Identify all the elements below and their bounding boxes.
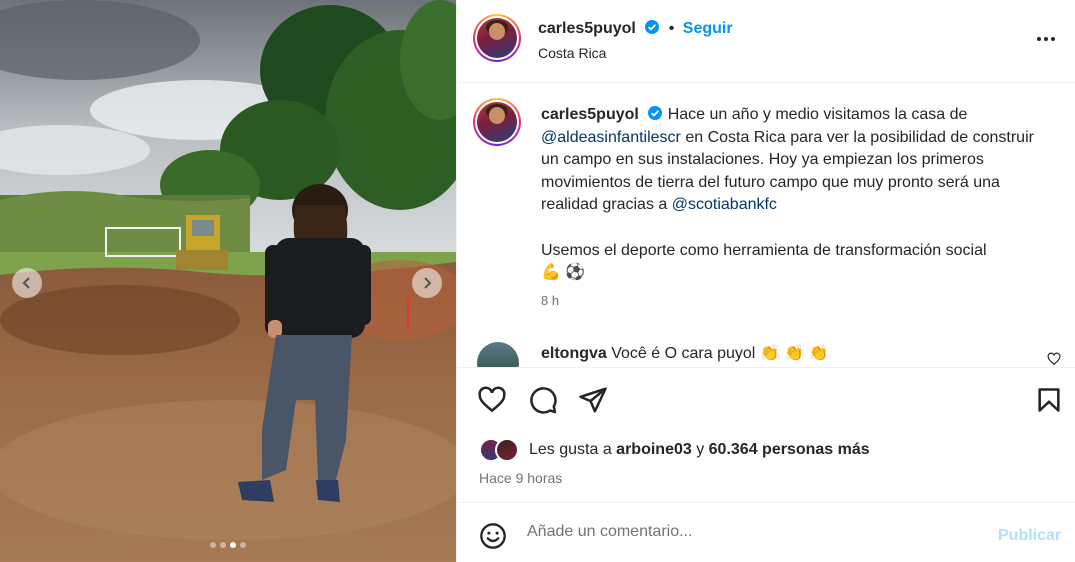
comments-section[interactable]: carles5puyol Hace un año y medio visitam… <box>457 84 1075 367</box>
previous-slide-button[interactable] <box>12 268 42 298</box>
mention-link[interactable]: @aldeasinfantilescr <box>541 129 681 146</box>
comment-item: eltongva Você é O cara puyol 👏 👏 👏 <box>541 343 828 363</box>
post-caption: carles5puyol Hace un año y medio visitam… <box>541 104 1041 285</box>
caption-text: Hace un año y medio visitamos la casa de <box>663 106 968 123</box>
caption-username[interactable]: carles5puyol <box>541 106 639 123</box>
slide-dot <box>240 542 246 548</box>
slide-dot-active <box>230 542 236 548</box>
follow-button[interactable]: Seguir <box>683 20 733 37</box>
post-timestamp[interactable]: Hace 9 horas <box>479 470 562 486</box>
slide-indicator <box>0 542 456 548</box>
liker-username[interactable]: arboine03 <box>616 441 692 458</box>
heart-icon <box>478 386 506 413</box>
publish-button[interactable]: Publicar <box>998 527 1061 545</box>
add-comment-bar: Publicar <box>457 502 1075 562</box>
caption-author-avatar[interactable] <box>473 98 521 146</box>
chevron-left-icon <box>22 277 30 289</box>
like-comment-button[interactable] <box>1047 352 1061 367</box>
next-slide-button[interactable] <box>412 268 442 298</box>
likes-middle: y <box>691 441 709 458</box>
commenter-avatar[interactable] <box>477 342 519 367</box>
caption-text: Usemos el deporte como herramienta de tr… <box>541 241 987 259</box>
send-icon <box>579 387 607 413</box>
caption-timestamp[interactable]: 8 h <box>541 293 559 308</box>
comment-text: Você é O cara puyol <box>606 345 760 362</box>
slide-dot <box>220 542 226 548</box>
comment-input[interactable] <box>527 523 947 541</box>
share-button[interactable] <box>578 385 608 415</box>
post-media[interactable] <box>0 0 456 562</box>
like-button[interactable] <box>477 385 507 415</box>
slide-dot <box>210 542 216 548</box>
author-avatar[interactable] <box>473 14 521 62</box>
comment-emojis: 👏 👏 👏 <box>759 345 829 362</box>
comment-bubble-icon <box>530 387 557 414</box>
mention-link[interactable]: @scotiabankfc <box>672 196 777 213</box>
likes-prefix: Les gusta a <box>529 441 617 458</box>
chevron-right-icon <box>424 277 432 289</box>
author-username[interactable]: carles5puyol <box>538 20 636 37</box>
bookmark-icon <box>1038 388 1060 412</box>
verified-badge-icon <box>648 106 663 120</box>
verified-badge-icon <box>645 20 660 34</box>
heart-icon <box>1047 352 1061 366</box>
post-location[interactable]: Costa Rica <box>538 45 606 61</box>
post-actions: Les gusta a arboine03 y 60.364 personas … <box>457 367 1075 502</box>
more-options-icon <box>1037 37 1055 41</box>
likes-summary[interactable]: Les gusta a arboine03 y 60.364 personas … <box>529 441 870 459</box>
post-photo <box>0 0 456 562</box>
likes-count[interactable]: 60.364 personas más <box>709 441 870 458</box>
caption-emojis: 💪 ⚽ <box>541 264 586 282</box>
save-button[interactable] <box>1035 385 1063 415</box>
more-options-button[interactable] <box>1035 28 1057 55</box>
post-details-panel: carles5puyol • Seguir Costa Rica carles5… <box>456 0 1075 562</box>
separator-dot: • <box>668 20 675 37</box>
commenter-username[interactable]: eltongva <box>541 345 607 362</box>
post-header: carles5puyol • Seguir Costa Rica <box>457 0 1075 83</box>
emoji-button[interactable] <box>479 522 507 550</box>
comment-button[interactable] <box>528 385 558 415</box>
liker-avatar[interactable] <box>495 438 519 462</box>
emoji-icon <box>480 523 506 549</box>
